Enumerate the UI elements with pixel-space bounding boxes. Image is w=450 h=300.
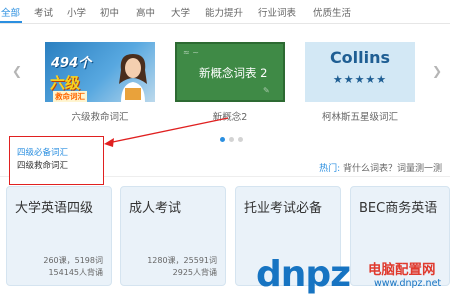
course-lessons-words: 1280课，25591词 bbox=[147, 256, 217, 265]
course-learners: 2925人背诵 bbox=[172, 268, 217, 277]
course-title: BEC商务英语 bbox=[359, 201, 438, 216]
course-title: 成人考试 bbox=[129, 201, 182, 216]
watermark-site-name: 电脑配置网 bbox=[368, 262, 436, 278]
course-card-cet4[interactable]: 大学英语四级 260课，5198词 154145人背诵 bbox=[6, 186, 112, 286]
watermark-url: www.dnpz.net bbox=[374, 278, 442, 289]
course-title: 大学英语四级 bbox=[15, 201, 94, 216]
course-title: 托业考试必备 bbox=[244, 201, 323, 216]
site-watermark-logo: dnpz 电脑配置网 www.dnpz.net bbox=[256, 252, 450, 300]
course-card-adult-exam[interactable]: 成人考试 1280课，25591词 2925人背诵 bbox=[120, 186, 226, 286]
watermark-logo-text: dnpz bbox=[256, 254, 351, 295]
course-learners: 154145人背诵 bbox=[48, 268, 103, 277]
course-lessons-words: 260课，5198词 bbox=[43, 256, 103, 265]
